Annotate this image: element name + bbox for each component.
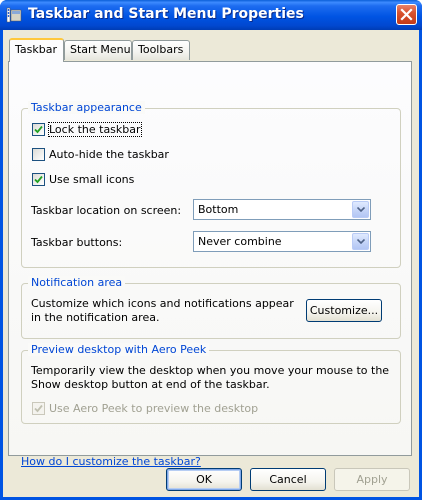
taskbar-location-select[interactable]: Bottom [193, 199, 371, 220]
use-aero-peek-label[interactable]: Use Aero Peek to preview the desktop [49, 402, 258, 415]
dialog-client-area: Taskbar Start Menu Toolbars Taskbar appe… [3, 30, 419, 497]
tab-start-menu-label: Start Menu [70, 43, 131, 56]
aero-peek-description: Temporarily view the desktop when you mo… [31, 364, 390, 391]
small-icons-label[interactable]: Use small icons [49, 173, 134, 186]
notification-area-label: Notification area [28, 276, 126, 289]
taskbar-buttons-value: Never combine [198, 235, 282, 248]
lock-taskbar-checkbox[interactable] [32, 123, 45, 136]
apply-button[interactable]: Apply [334, 468, 410, 491]
checkmark-icon [34, 125, 43, 134]
customize-button-label: Customize... [309, 304, 379, 317]
notification-description: Customize which icons and notifications … [31, 297, 294, 324]
taskbar-appearance-label: Taskbar appearance [28, 101, 145, 114]
small-icons-checkbox[interactable] [32, 173, 45, 186]
help-link[interactable]: How do I customize the taskbar? [21, 455, 201, 468]
tab-taskbar-label: Taskbar [15, 43, 57, 56]
taskbar-location-value: Bottom [198, 203, 239, 216]
dropdown-button[interactable] [352, 201, 369, 218]
tab-start-menu[interactable]: Start Menu [64, 40, 132, 60]
use-aero-peek-checkbox[interactable] [32, 402, 45, 415]
ok-button-label: OK [196, 473, 212, 486]
tab-toolbars[interactable]: Toolbars [132, 40, 190, 60]
cancel-button-label: Cancel [269, 473, 307, 486]
dialog-window: Taskbar and Start Menu Properties Taskba… [0, 0, 422, 500]
checkmark-icon [34, 175, 43, 184]
apply-button-label: Apply [356, 473, 388, 486]
auto-hide-checkbox[interactable] [32, 148, 45, 161]
close-button[interactable] [396, 4, 417, 25]
dropdown-button[interactable] [352, 233, 369, 250]
aero-peek-group: Preview desktop with Aero Peek Temporari… [21, 343, 401, 424]
taskbar-buttons-select[interactable]: Never combine [193, 231, 371, 252]
title-bar[interactable]: Taskbar and Start Menu Properties [0, 0, 422, 30]
notification-area-group: Notification area Customize which icons … [21, 276, 401, 339]
tab-taskbar[interactable]: Taskbar [9, 38, 64, 62]
taskbar-tab-panel: Taskbar appearance Lock the taskbar Auto… [8, 61, 412, 468]
taskbar-appearance-group: Taskbar appearance Lock the taskbar Auto… [21, 101, 401, 268]
customize-button[interactable]: Customize... [306, 299, 382, 322]
aero-peek-label: Preview desktop with Aero Peek [28, 343, 210, 356]
cancel-button[interactable]: Cancel [250, 468, 326, 491]
ok-button[interactable]: OK [166, 468, 242, 491]
lock-taskbar-label[interactable]: Lock the taskbar [48, 122, 142, 137]
tab-toolbars-label: Toolbars [138, 43, 184, 56]
taskbar-buttons-label: Taskbar buttons: [31, 236, 123, 249]
taskbar-properties-icon [6, 7, 22, 23]
window-title: Taskbar and Start Menu Properties [28, 6, 304, 22]
checkmark-icon [34, 404, 43, 413]
auto-hide-label[interactable]: Auto-hide the taskbar [49, 148, 169, 161]
taskbar-location-label: Taskbar location on screen: [31, 204, 182, 217]
chevron-down-icon [357, 239, 365, 244]
chevron-down-icon [357, 207, 365, 212]
